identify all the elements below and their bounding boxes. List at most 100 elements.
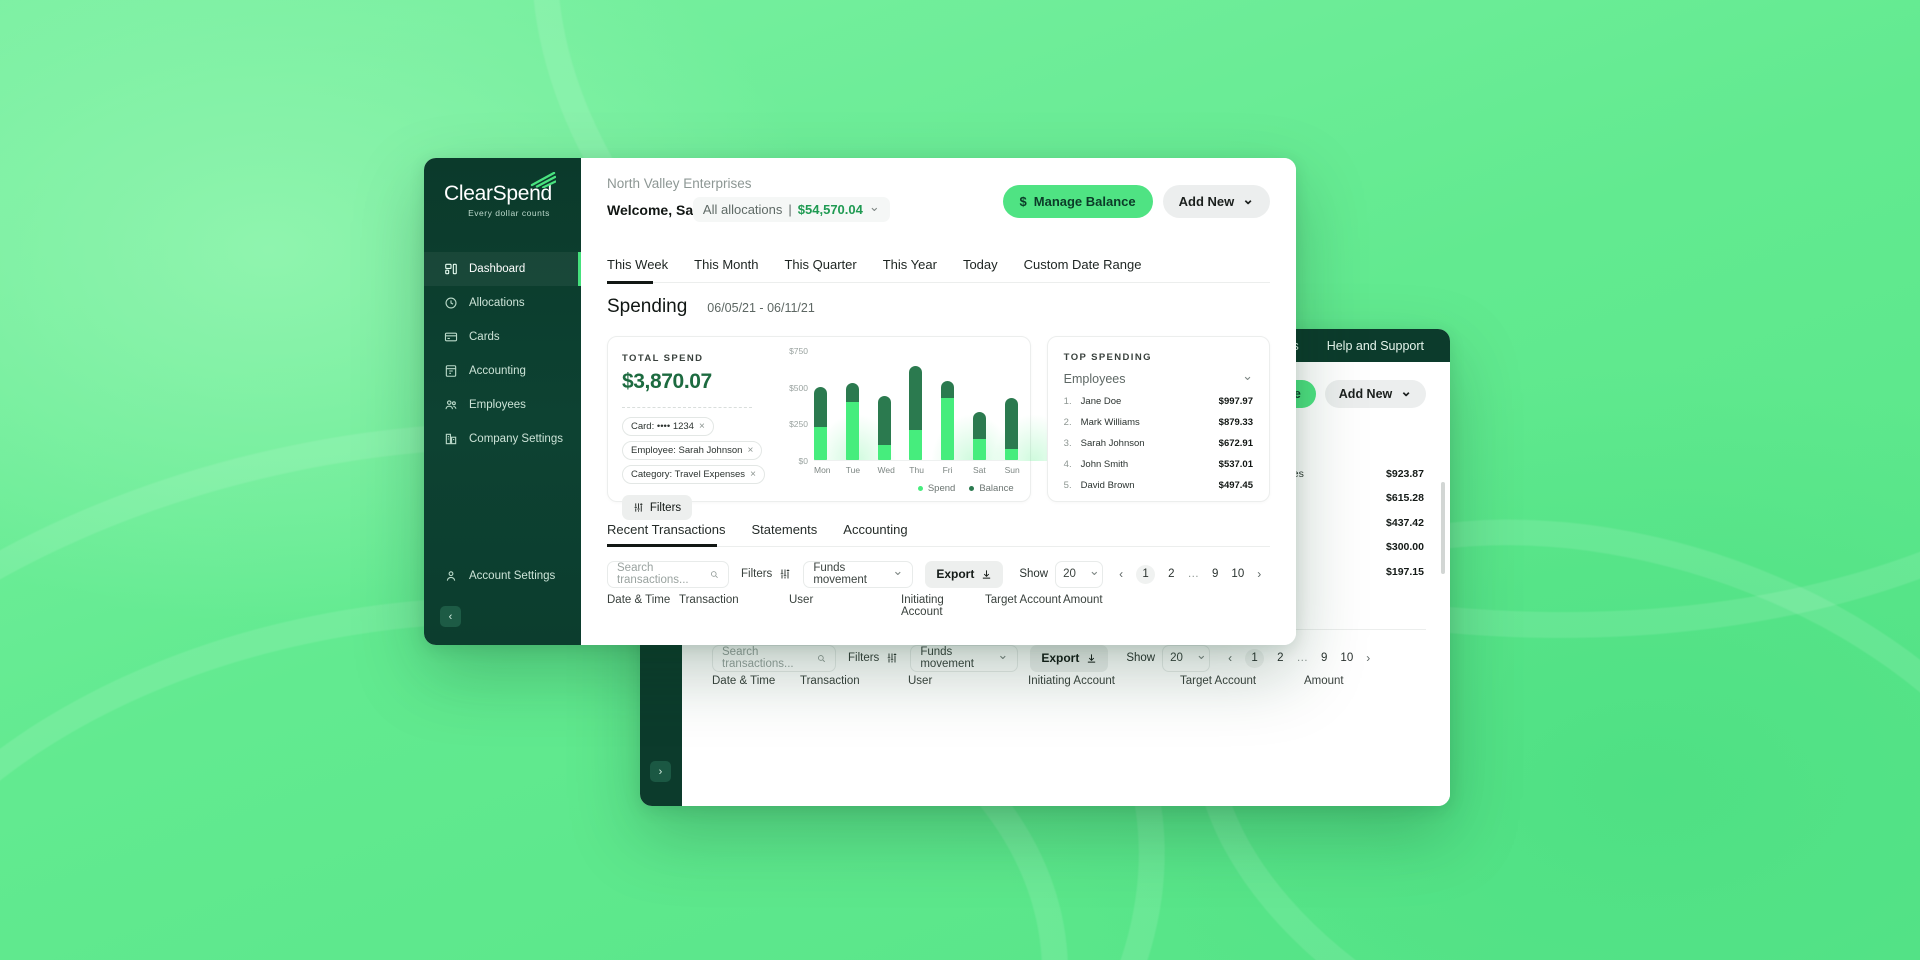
col-transaction[interactable]: Transaction xyxy=(679,594,789,618)
pagination-prev-button[interactable]: ‹ xyxy=(1228,651,1232,665)
brand-logo[interactable]: ClearSpend Every dollar counts xyxy=(444,172,556,218)
tab-today[interactable]: Today xyxy=(963,257,998,272)
filter-chip-employee[interactable]: Employee: Sarah Johnson × xyxy=(622,441,763,460)
building-icon xyxy=(445,433,457,445)
legend-swatch xyxy=(969,486,975,491)
sidebar-item-accounting[interactable]: Accounting xyxy=(424,354,581,388)
close-icon[interactable]: × xyxy=(747,445,753,456)
add-new-button[interactable]: Add New ⌄ xyxy=(1162,185,1270,218)
chart-bar-slot[interactable] xyxy=(1004,351,1018,461)
chart-bar-slot[interactable] xyxy=(972,351,986,461)
pagination-prev-button[interactable]: ‹ xyxy=(1119,567,1123,581)
chart-bar[interactable] xyxy=(972,411,986,461)
sidebar-item-company-settings[interactable]: Company Settings xyxy=(424,422,581,456)
back-sidebar-expand-button[interactable]: › xyxy=(650,761,671,782)
top-spending-row[interactable]: 3. Sarah Johnson $672.91 xyxy=(1064,438,1253,449)
pagination-page-2[interactable]: 2 xyxy=(1277,652,1283,664)
pagination-page-10[interactable]: 10 xyxy=(1340,652,1353,664)
brand-tagline: Every dollar counts xyxy=(468,208,550,218)
chart-bar[interactable] xyxy=(909,365,923,461)
header-actions: $ Manage Balance Add New ⌄ xyxy=(1002,185,1270,218)
allocation-selector[interactable]: All allocations | $54,570.04 ⌄ xyxy=(692,197,890,222)
col-date-time[interactable]: Date & Time xyxy=(607,594,679,618)
back-topbar-item-help[interactable]: Help and Support xyxy=(1327,339,1424,353)
tab-this-quarter[interactable]: This Quarter xyxy=(784,257,856,272)
pagination-page-9[interactable]: 9 xyxy=(1212,568,1218,580)
col-amount[interactable]: Amount xyxy=(1063,594,1103,618)
top-spending-rank: 2. xyxy=(1063,417,1072,428)
sidebar-item-account-settings[interactable]: Account Settings xyxy=(424,559,581,593)
show-value: 20 xyxy=(1063,568,1076,580)
chart-bar[interactable] xyxy=(877,395,891,461)
top-spending-row[interactable]: 1. Jane Doe $997.97 xyxy=(1064,396,1253,407)
back-show-control[interactable]: Show 20 ⌄ xyxy=(1126,644,1211,672)
search-input[interactable]: Search transactions... xyxy=(607,560,729,588)
filters-control[interactable]: Filters xyxy=(741,568,791,580)
chart-bar[interactable] xyxy=(845,382,859,461)
pagination-page-2[interactable]: 2 xyxy=(1168,568,1174,580)
back-col-user: User xyxy=(908,675,933,687)
transactions-tabs: Recent Transactions Statements Accountin… xyxy=(607,522,908,537)
back-table-header: Date & Time Transaction User Initiating … xyxy=(712,675,1426,687)
pagination-ellipsis: … xyxy=(1296,652,1309,664)
pagination-page-1[interactable]: 1 xyxy=(1245,648,1265,668)
back-add-new-button[interactable]: Add New ⌄ xyxy=(1324,380,1426,408)
col-target-account[interactable]: Target Account xyxy=(985,594,1063,618)
back-search-input[interactable]: Search transactions... xyxy=(712,644,836,672)
chart-bar-slot[interactable] xyxy=(877,351,891,461)
back-col-date-time: Date & Time xyxy=(712,675,776,687)
chart-bar-slot[interactable] xyxy=(909,351,923,461)
col-initiating-account[interactable]: Initiating Account xyxy=(901,594,985,618)
close-icon[interactable]: × xyxy=(750,469,756,480)
back-vertical-scrollbar[interactable] xyxy=(1441,482,1445,574)
total-spend-label: TOTAL SPEND xyxy=(622,353,704,364)
tab-custom-date-range[interactable]: Custom Date Range xyxy=(1024,257,1142,272)
pagination-page-1[interactable]: 1 xyxy=(1136,564,1156,584)
tab-accounting[interactable]: Accounting xyxy=(843,522,907,537)
search-icon[interactable] xyxy=(710,569,719,580)
top-spending-row[interactable]: 2. Mark Williams $879.33 xyxy=(1064,417,1253,428)
chart-bar[interactable] xyxy=(941,381,955,461)
back-col-initiating-account: Initiating Account xyxy=(1028,675,1115,687)
filter-chip-card[interactable]: Card: •••• 1234 × xyxy=(622,417,714,436)
show-control[interactable]: Show 20 ⌄ xyxy=(1019,560,1104,588)
tab-this-month[interactable]: This Month xyxy=(694,257,758,272)
clearspend-dashboard-window[interactable]: ClearSpend Every dollar counts Dashboard… xyxy=(424,158,1296,645)
col-user[interactable]: User xyxy=(789,594,901,618)
tab-this-year[interactable]: This Year xyxy=(883,257,937,272)
back-filters-control[interactable]: Filters xyxy=(848,652,898,664)
filters-button[interactable]: Filters xyxy=(622,495,692,520)
filter-chip-category[interactable]: Category: Travel Expenses × xyxy=(622,465,765,484)
sidebar-item-allocations[interactable]: Allocations xyxy=(424,286,581,320)
pagination-page-9[interactable]: 9 xyxy=(1321,652,1327,664)
top-spending-row[interactable]: 5. David Brown $497.45 xyxy=(1064,480,1253,491)
back-export-label: Export xyxy=(1041,651,1080,665)
pagination-next-button[interactable]: › xyxy=(1366,651,1370,665)
back-show-select[interactable]: 20 ⌄ xyxy=(1162,644,1211,672)
pagination-ellipsis: … xyxy=(1187,568,1200,580)
export-button[interactable]: Export xyxy=(925,560,1004,588)
sidebar-item-dashboard[interactable]: Dashboard xyxy=(424,252,581,286)
back-export-button[interactable]: Export xyxy=(1030,644,1109,672)
manage-balance-button[interactable]: $ Manage Balance xyxy=(1002,185,1153,218)
top-spending-group-select[interactable]: Employees ⌄ xyxy=(1064,369,1253,386)
funds-movement-select[interactable]: Funds movement ⌄ xyxy=(803,560,914,588)
top-spending-row[interactable]: 4. John Smith $537.01 xyxy=(1064,459,1253,470)
tab-statements[interactable]: Statements xyxy=(752,522,818,537)
chart-bar-slot[interactable] xyxy=(814,351,827,461)
sidebar-item-employees[interactable]: Employees xyxy=(424,388,581,422)
chart-bar[interactable] xyxy=(814,386,827,461)
pagination-page-10[interactable]: 10 xyxy=(1231,568,1244,580)
chart-bar[interactable] xyxy=(1004,397,1018,461)
chart-bar-slot[interactable] xyxy=(845,351,859,461)
show-select[interactable]: 20 ⌄ xyxy=(1055,560,1104,588)
filter-sliders-icon xyxy=(888,653,897,663)
pagination-next-button[interactable]: › xyxy=(1257,567,1261,581)
tab-this-week[interactable]: This Week xyxy=(607,257,668,272)
tab-recent-transactions[interactable]: Recent Transactions xyxy=(607,522,726,537)
chart-bar-slot[interactable] xyxy=(941,351,955,461)
close-icon[interactable]: × xyxy=(699,421,705,432)
back-funds-movement-select[interactable]: Funds movement ⌄ xyxy=(910,644,1019,672)
sidebar-collapse-button[interactable]: ‹ xyxy=(440,606,461,627)
sidebar-item-cards[interactable]: Cards xyxy=(424,320,581,354)
